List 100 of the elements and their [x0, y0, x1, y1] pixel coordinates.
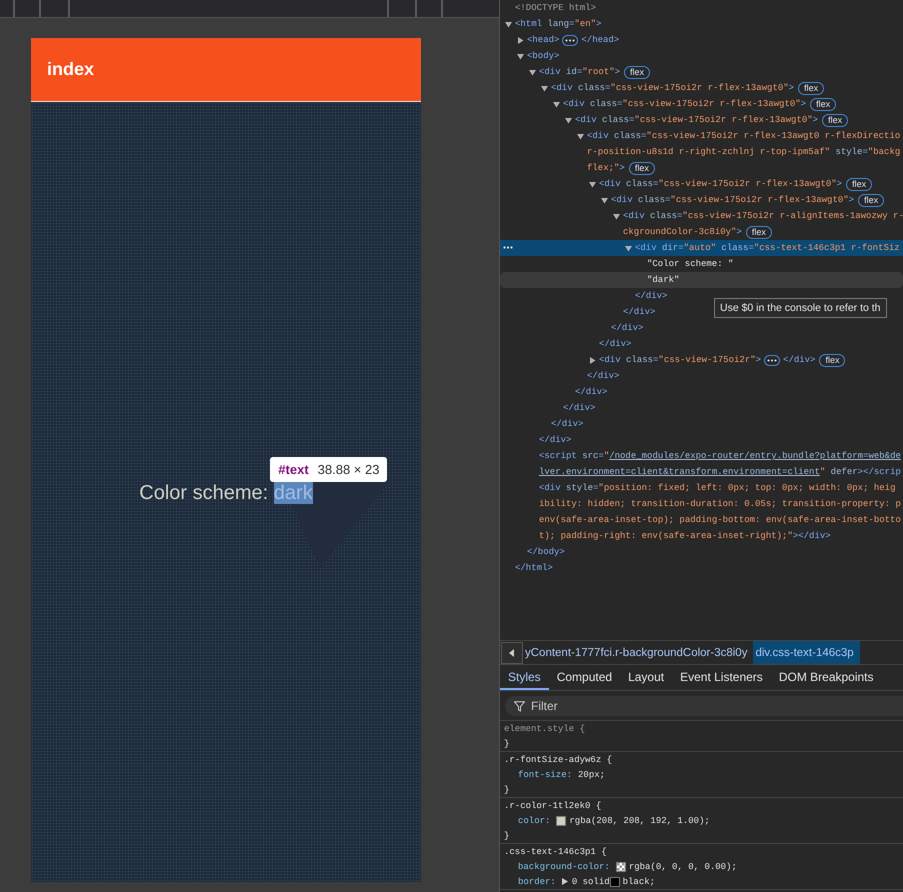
triangle-down-icon[interactable] [505, 20, 512, 28]
code-line: <div class="css-view-175oi2r r-flex-13awgt0"> [611, 194, 854, 206]
triangle-down-icon[interactable] [553, 100, 560, 108]
flex-badge[interactable]: flex [858, 194, 884, 206]
css-property: background-color: [518, 862, 610, 872]
code-line: ckgroundColor-3c8i0y"> [623, 226, 742, 238]
code-line: </div> [575, 386, 608, 398]
code-line: <div class="css-view-175oi2r r-flex-13awgt0 r-flexDirectio [587, 130, 900, 142]
code-line: </div> [539, 434, 572, 446]
css-value: black; [622, 876, 656, 886]
triangle-right-icon[interactable] [562, 878, 568, 885]
flex-badge[interactable]: flex [798, 82, 824, 94]
css-value: 20px; [578, 770, 606, 780]
code-line: r-position-u8s1d r-right-zchlnj r-top-ipm5af" style="backg [587, 146, 900, 158]
code-line: </html> [515, 562, 553, 574]
hint-tooltip: Use $0 in the console to refer to th [714, 298, 887, 318]
node-name: #text [278, 462, 309, 476]
triangle-down-icon[interactable] [565, 116, 572, 124]
code-line: <body> [527, 50, 560, 62]
code-line: </div> [635, 290, 668, 302]
color-swatch[interactable] [556, 816, 566, 826]
selected-row[interactable]: <div dir="auto" class="css-text-146c3p1 r-fontSiz [500, 240, 903, 256]
css-selector: .css-text-146c3p1 { [504, 846, 607, 856]
code-line: "dark" [647, 274, 680, 286]
flex-badge[interactable]: flex [846, 178, 872, 190]
header-title: index [47, 59, 94, 80]
code-line: <div class="css-view-175oi2r r-flex-13awgt0"> [563, 98, 806, 110]
code-line: <html lang="en"> [515, 18, 602, 30]
css-selector: element.style { [504, 724, 586, 734]
flex-badge[interactable]: flex [746, 226, 772, 238]
flex-badge[interactable]: flex [624, 66, 650, 78]
code-line: </div> [783, 354, 816, 366]
code-line: t); padding-right: env(safe-area-inset-right);"></div> [539, 530, 831, 542]
css-value: rgba(208, 208, 192, 1.00); [569, 816, 710, 826]
triangle-down-icon[interactable] [613, 212, 620, 220]
filter-icon [514, 700, 525, 712]
css-property: color: [518, 816, 550, 826]
color-swatch[interactable] [610, 876, 620, 886]
code-line: flex;"> [587, 162, 625, 174]
code-line: "Color scheme: " [647, 258, 734, 270]
code-line: <!DOCTYPE html> [515, 2, 596, 14]
code-line: </div> [563, 402, 596, 414]
code-line: <div class="css-view-175oi2r"> [599, 354, 762, 366]
code-line: <div class="css-view-175oi2r r-alignItems-1awozwy r- [623, 210, 903, 222]
flex-badge[interactable]: flex [810, 98, 836, 110]
css-value: rgba(0, 0, 0, 0.00); [628, 862, 737, 872]
triangle-down-icon[interactable] [589, 180, 596, 188]
tab[interactable]: Event Listeners [672, 665, 771, 690]
code-line: lver.environment=client&transform.environment=client" defer></scrip [539, 466, 901, 478]
scroll-left-button[interactable] [501, 642, 523, 664]
css-property: font-size: [518, 770, 572, 780]
tab[interactable]: Styles [500, 665, 549, 690]
code-line: </div> [587, 370, 620, 382]
code-line: <script src="/node_modules/expo-router/entry.bundle?platform=web&de [539, 450, 901, 462]
color-scheme-text: Color scheme: dark [139, 482, 313, 504]
triangle-left-icon [509, 648, 515, 656]
css-selector: .r-color-1tl2ek0 { [504, 800, 602, 810]
code-line: </div> [551, 418, 584, 430]
tab[interactable]: DOM Breakpoints [770, 665, 882, 690]
code-line: <div class="css-view-175oi2r r-flex-13awgt0"> [551, 82, 794, 94]
triangle-right-icon[interactable] [517, 36, 524, 44]
code-line: <div style="position: fixed; left: 0px; top: 0px; width: 0px; heig [539, 482, 896, 494]
code-line: <div class="css-view-175oi2r r-flex-13awgt0"> [575, 114, 818, 126]
triangle-right-icon[interactable] [589, 356, 596, 364]
triangle-down-icon[interactable] [541, 84, 548, 92]
hovered-row[interactable]: "dark" [500, 272, 903, 288]
breadcrumb[interactable]: div.css-text-146c3p [753, 641, 860, 664]
css-value: 0 solid [572, 876, 610, 886]
ellipsis-icon[interactable] [764, 354, 780, 366]
closing-brace: } [504, 738, 510, 748]
code-line: <head> [527, 34, 560, 46]
node-size: 38.88 × 23 [318, 462, 380, 476]
flex-badge[interactable]: flex [819, 354, 846, 366]
code-line: </head> [581, 34, 620, 46]
ellipsis-icon[interactable] [562, 34, 578, 46]
code-line: <div class="css-view-175oi2r r-flex-13awgt0"> [599, 178, 842, 190]
code-line: </div> [623, 306, 656, 318]
code-line: <div dir="auto" class="css-text-146c3p1 r-fontSiz [635, 242, 900, 254]
triangle-down-icon[interactable] [577, 132, 584, 140]
css-selector: .r-fontSize-adyw6z { [504, 754, 612, 764]
color-swatch[interactable] [616, 862, 626, 872]
tab[interactable]: Layout [620, 665, 672, 690]
code-line: </div> [599, 338, 632, 350]
code-line: </div> [611, 322, 644, 334]
triangle-down-icon[interactable] [625, 244, 632, 252]
breadcrumb[interactable]: yContent-1777fci.r-backgroundColor-3c8i0y [523, 641, 754, 664]
flex-badge[interactable]: flex [822, 114, 848, 126]
triangle-down-icon[interactable] [601, 196, 608, 204]
filter-field[interactable]: Filter [505, 696, 903, 716]
code-line: ibility: hidden; transition-duration: 0.05s; transition-property: p [539, 498, 901, 510]
closing-brace: } [504, 830, 510, 840]
triangle-down-icon[interactable] [517, 52, 524, 60]
flex-badge[interactable]: flex [628, 162, 655, 174]
closing-brace: } [504, 784, 510, 794]
more-icon[interactable] [503, 246, 513, 249]
code-line: </body> [527, 546, 565, 558]
tab[interactable]: Computed [548, 665, 620, 690]
code-line: <div id="root"> [539, 66, 620, 78]
css-property: border: [518, 876, 556, 886]
triangle-down-icon[interactable] [529, 68, 536, 76]
